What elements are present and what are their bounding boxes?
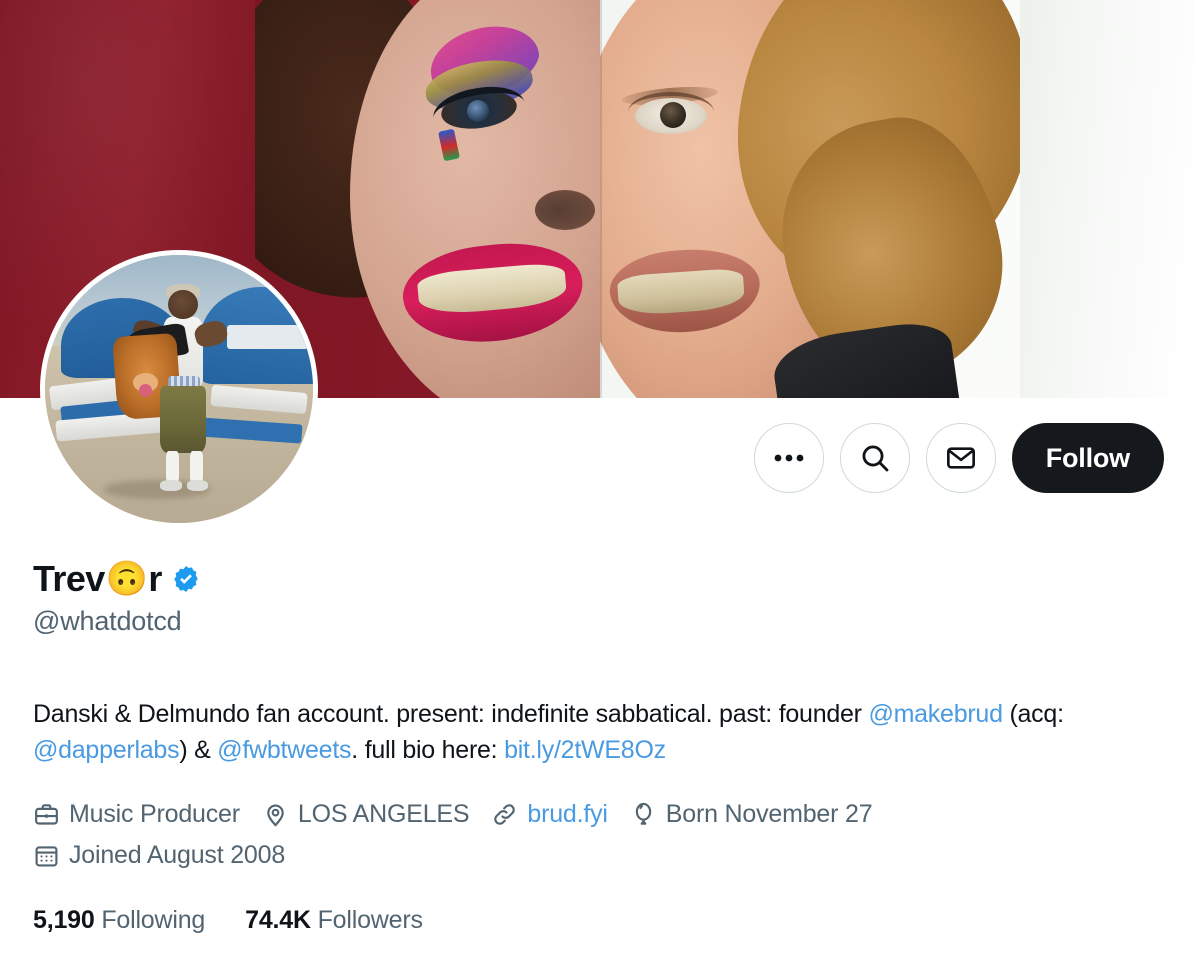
meta-joined: Joined August 2008 <box>33 841 285 870</box>
bio-mention-fwbtweets[interactable]: @fwbtweets <box>217 736 351 764</box>
bio-mention-dapperlabs[interactable]: @dapperlabs <box>33 736 179 764</box>
followers-count: 74.4K <box>245 906 311 934</box>
following-label: Following <box>101 906 205 934</box>
avatar-umbrella-sign <box>227 325 307 349</box>
avatar-person-head <box>168 290 197 319</box>
following-stat[interactable]: 5,190 Following <box>33 906 205 935</box>
briefcase-icon <box>33 801 60 828</box>
banner-right-pupil <box>660 102 686 128</box>
bio-acq-open: (acq: <box>1003 700 1064 728</box>
avatar-shoe-left <box>160 480 181 491</box>
meta-joined-label: Joined August 2008 <box>69 841 285 870</box>
bio-line-1: Danski & Delmundo fan account. present: … <box>33 700 862 728</box>
profile-metadata: Music Producer LOS ANGELES brud.fyi <box>33 800 1153 870</box>
profile-bio: Danski & Delmundo fan account. present: … <box>33 697 1108 768</box>
follow-button[interactable]: Follow <box>1012 423 1164 493</box>
search-icon <box>859 442 891 474</box>
display-name: Trev 🙃 r <box>33 558 1153 600</box>
banner-face-right-half <box>600 0 1020 398</box>
meta-birthday: Born November 27 <box>630 800 873 829</box>
avatar-camo-shorts <box>160 386 206 453</box>
banner-split-seam <box>600 0 602 398</box>
avatar-leg-left <box>166 451 179 483</box>
avatar-shoe-right <box>187 480 208 491</box>
calendar-icon <box>33 842 60 869</box>
meta-profession: Music Producer <box>33 800 240 829</box>
meta-website-link[interactable]: brud.fyi <box>527 800 607 829</box>
following-count: 5,190 <box>33 906 95 934</box>
bio-mention-makebrud[interactable]: @makebrud <box>868 700 1002 728</box>
banner-right-backdrop <box>994 0 1194 398</box>
twitter-profile-page: Follow Trev 🙃 r @whatdotcd Danski & Delm… <box>0 0 1194 960</box>
profile-stats: 5,190 Following 74.4K Followers <box>33 906 423 935</box>
bio-link[interactable]: bit.ly/2tWE8Oz <box>504 736 666 764</box>
location-pin-icon <box>262 801 289 828</box>
meta-birthday-label: Born November 27 <box>666 800 873 829</box>
message-button[interactable] <box>926 423 996 493</box>
envelope-icon <box>945 442 977 474</box>
upside-down-face-emoji: 🙃 <box>106 562 148 596</box>
profile-handle: @whatdotcd <box>33 606 1153 637</box>
bio-tail: . full bio here: <box>351 736 504 764</box>
avatar-leg-right <box>190 451 203 483</box>
profile-actions: Follow <box>754 423 1164 493</box>
followers-stat[interactable]: 74.4K Followers <box>245 906 423 935</box>
meta-location-label: LOS ANGELES <box>298 800 470 829</box>
display-name-prefix: Trev <box>33 558 105 600</box>
link-icon <box>491 801 518 828</box>
avatar-dog-tongue <box>139 384 152 397</box>
meta-profession-label: Music Producer <box>69 800 240 829</box>
banner-left-pupil <box>467 100 489 122</box>
verified-badge-icon[interactable] <box>171 564 201 594</box>
balloon-icon <box>630 801 657 828</box>
banner-left-nostril <box>535 190 595 230</box>
more-options-button[interactable] <box>754 423 824 493</box>
search-profile-button[interactable] <box>840 423 910 493</box>
followers-label: Followers <box>318 906 423 934</box>
meta-location: LOS ANGELES <box>262 800 470 829</box>
avatar-image <box>45 255 313 523</box>
avatar[interactable] <box>40 250 318 528</box>
meta-website[interactable]: brud.fyi <box>491 800 607 829</box>
ellipsis-icon <box>774 453 804 463</box>
display-name-suffix: r <box>148 558 161 600</box>
profile-identity: Trev 🙃 r @whatdotcd <box>33 558 1153 637</box>
bio-acq-close: ) & <box>179 736 217 764</box>
